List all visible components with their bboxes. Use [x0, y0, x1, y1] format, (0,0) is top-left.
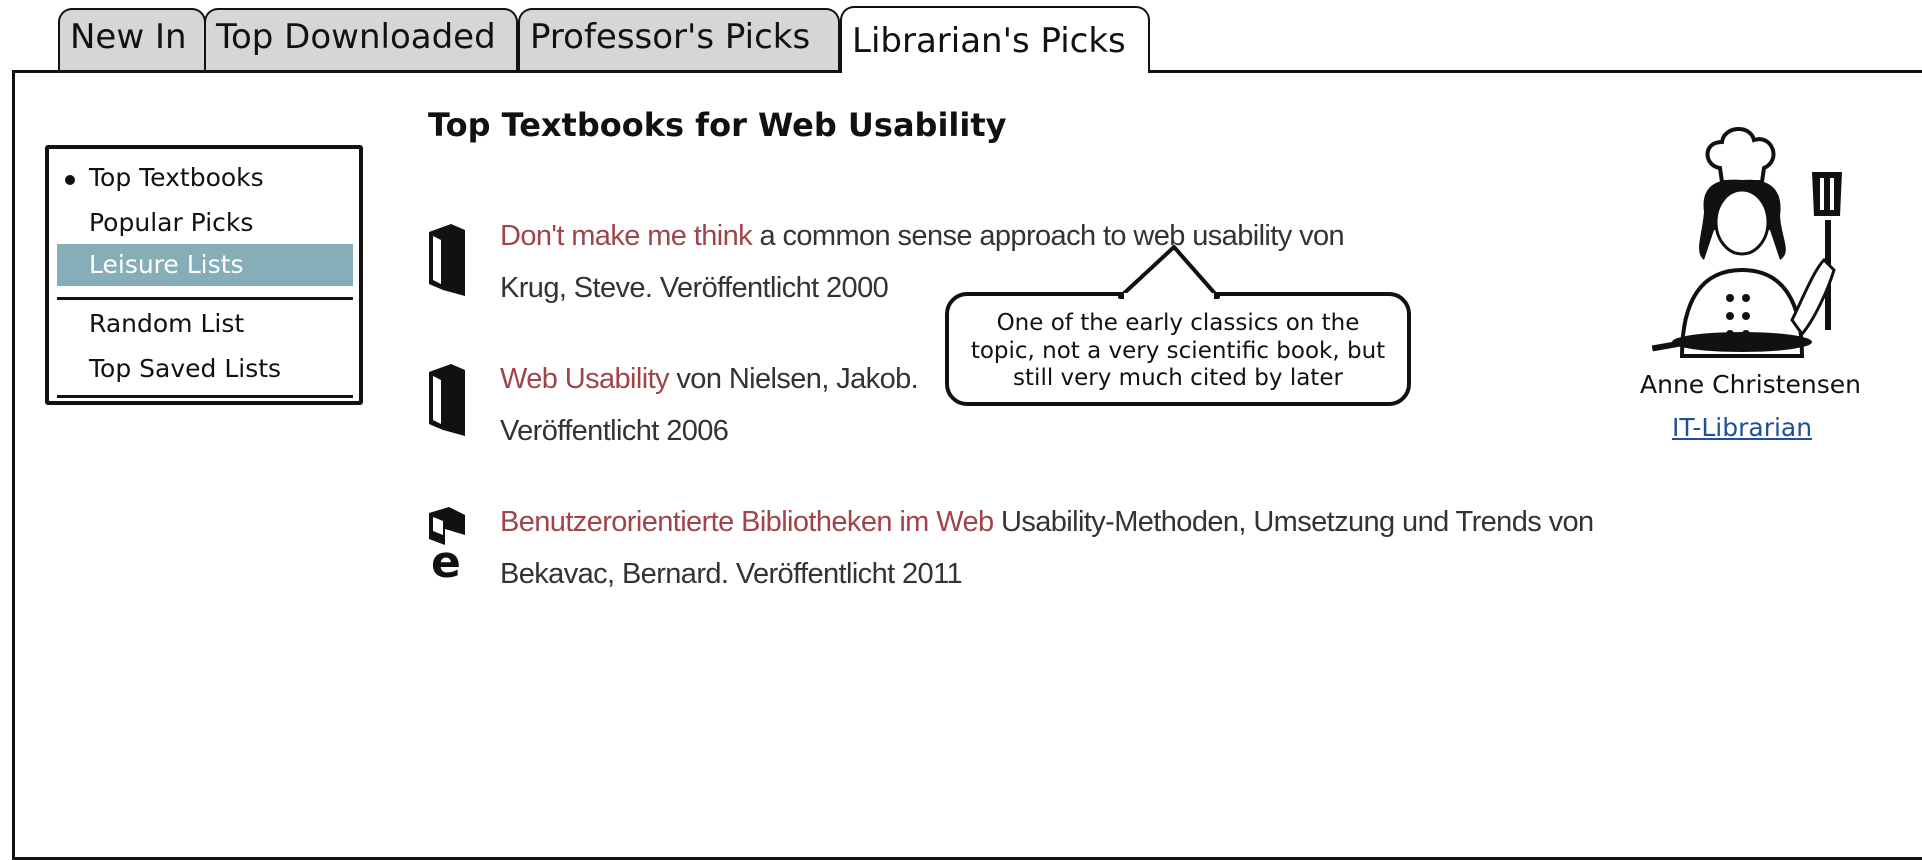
- book-subtitle: a common sense approach to web usability…: [752, 220, 1345, 252]
- sidebar-item-label: Leisure Lists: [89, 250, 244, 279]
- book-title-link[interactable]: Don't make me think: [500, 220, 753, 252]
- page-title: Top Textbooks for Web Usability: [428, 106, 1007, 144]
- sidebar-item-label: Popular Picks: [89, 208, 254, 237]
- callout-text-line: One of the early classics on the: [996, 310, 1360, 336]
- sidebar-item-label: Top Saved Lists: [89, 354, 282, 383]
- book-meta: Krug, Steve. Veröffentlicht 2000: [500, 272, 889, 304]
- sidebar-item-random-list[interactable]: Random List: [49, 309, 359, 338]
- tab-top-downloaded[interactable]: Top Downloaded: [204, 8, 518, 70]
- librarian-role-link[interactable]: IT-Librarian: [1672, 413, 1812, 442]
- book-icon: [429, 224, 465, 296]
- sidebar-item-leisure-lists[interactable]: Leisure Lists: [57, 244, 353, 286]
- list-item-book: Web Usability von Nielsen, Jakob. Veröff…: [500, 363, 919, 446]
- ebook-icon: e: [429, 507, 465, 581]
- book-icon: [429, 364, 465, 436]
- librarian-name: Anne Christensen: [1640, 370, 1861, 399]
- chef-icon: [1651, 127, 1842, 358]
- sidebar-item-top-textbooks[interactable]: Top Textbooks: [49, 163, 359, 192]
- book-title-link[interactable]: Benutzerorientierte Bibliotheken im Web: [500, 506, 994, 538]
- bullet-icon: [65, 175, 75, 185]
- book-subtitle: Usability-Methoden, Umsetzung und Trends…: [993, 506, 1594, 538]
- sidebar-item-popular-picks[interactable]: Popular Picks: [49, 208, 359, 237]
- svg-text:e: e: [431, 537, 461, 581]
- sidebar-item-top-saved-lists[interactable]: Top Saved Lists: [49, 354, 359, 383]
- sidebar-list: Top Textbooks Popular Picks Leisure List…: [45, 145, 363, 405]
- callout-text-line: topic, not a very scientific book, but: [970, 337, 1386, 364]
- book-meta: Bekavac, Bernard. Veröffentlicht 2011: [500, 558, 963, 590]
- book-meta: Veröffentlicht 2006: [500, 415, 729, 447]
- sidebar-item-label: Random List: [89, 309, 245, 338]
- sidebar-item-label: Top Textbooks: [89, 163, 264, 192]
- book-comment-callout: One of the early classics on the topic, …: [945, 292, 1411, 406]
- sidebar-divider: [57, 395, 353, 398]
- list-item-book: Benutzerorientierte Bibliotheken im Web …: [500, 506, 1594, 589]
- sidebar-divider: [57, 297, 353, 300]
- callout-text-line: still very much cited by later: [1013, 365, 1343, 392]
- callout-tail: [1118, 245, 1220, 299]
- tab-professors-picks[interactable]: Professor's Picks: [518, 8, 840, 70]
- tab-new-in[interactable]: New In: [58, 8, 206, 70]
- book-subtitle: von Nielsen, Jakob.: [668, 363, 919, 395]
- tab-librarians-picks[interactable]: Librarian's Picks: [840, 6, 1150, 73]
- book-title-link[interactable]: Web Usability: [500, 363, 670, 395]
